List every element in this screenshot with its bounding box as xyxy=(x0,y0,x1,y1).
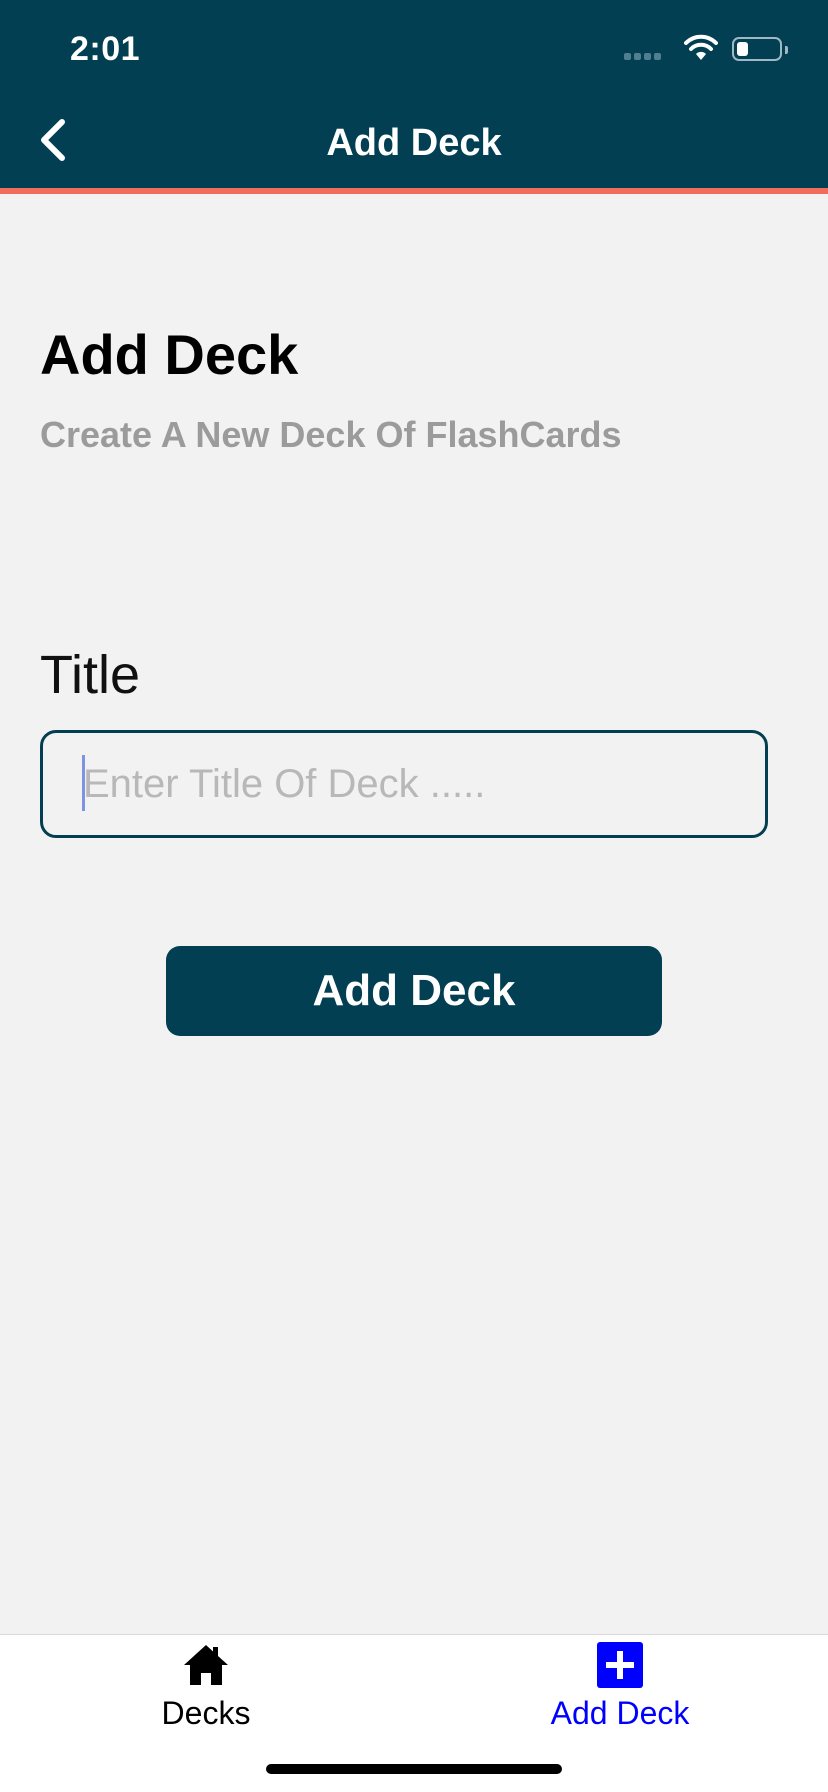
home-icon xyxy=(184,1645,228,1685)
tab-add-deck[interactable]: Add Deck xyxy=(470,1635,770,1745)
wifi-icon xyxy=(684,34,718,60)
header-title: Add Deck xyxy=(326,122,502,164)
tab-add-deck-label: Add Deck xyxy=(550,1695,690,1731)
tab-decks-label: Decks xyxy=(161,1695,251,1731)
status-time: 2:01 xyxy=(70,30,141,68)
navigation-header: 2:01 Add Deck xyxy=(0,0,828,194)
add-deck-screen: 2:01 Add Deck Add Deck Create A New Deck… xyxy=(0,0,828,1792)
deck-title-input[interactable] xyxy=(40,730,768,838)
cellular-signal-icon xyxy=(624,53,664,61)
add-deck-button[interactable]: Add Deck xyxy=(166,946,662,1036)
tab-decks[interactable]: Decks xyxy=(56,1635,356,1745)
page-title: Add Deck xyxy=(40,323,299,386)
status-indicators xyxy=(624,34,794,64)
plus-square-icon xyxy=(597,1642,643,1688)
text-cursor xyxy=(82,755,85,811)
title-label: Title xyxy=(40,645,141,705)
page-subtitle: Create A New Deck Of FlashCards xyxy=(40,414,622,455)
battery-icon xyxy=(732,37,782,61)
home-indicator[interactable] xyxy=(266,1764,562,1774)
